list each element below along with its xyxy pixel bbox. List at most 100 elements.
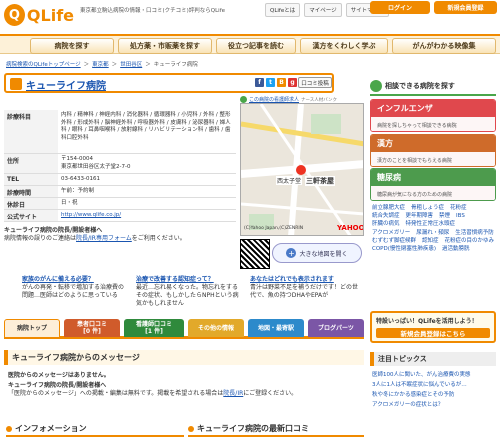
tel-value: 03-6433-0161 xyxy=(61,176,100,182)
disease-link[interactable]: 骨粗しょう症 xyxy=(411,204,444,212)
tab-other-info[interactable]: その他の情報 xyxy=(188,319,244,337)
disease-link[interactable]: IBS xyxy=(456,212,465,220)
nav-hospital-search[interactable]: 病院を探す xyxy=(30,38,114,54)
qlife-logo[interactable]: Q QLife xyxy=(4,2,74,28)
hospital-name[interactable]: キューライフ病院 xyxy=(26,77,106,92)
message-to-director: キューライフ病院の院長/開設者様へ xyxy=(8,382,107,389)
ad-2-title[interactable]: 治療で改善する認知症って？ xyxy=(136,276,242,284)
disease-link[interactable]: アクロメガリー xyxy=(372,229,410,237)
about-link[interactable]: QLifeとは xyxy=(265,3,301,17)
message-desc: 「医院からのメッセージ」への掲載・編集は無料です。掲載を希望される場合は xyxy=(8,390,224,397)
hospital-icon xyxy=(10,78,22,90)
map-place-2: 三軒茶屋 xyxy=(305,176,335,186)
facebook-icon[interactable]: f xyxy=(255,78,264,87)
special-banner[interactable]: 特設いっぱい！QLifeを活用しよう！ 新規会員登録はこちら xyxy=(370,311,496,343)
topic-link[interactable]: アクロメガリーの症状とは？ xyxy=(372,400,498,410)
latest-review-heading: キューライフ病院の最新口コミ xyxy=(188,422,364,437)
nav-cancer-video[interactable]: がんがわかる映像集 xyxy=(392,38,496,54)
breadcrumb-tokyo[interactable]: 東京都 xyxy=(92,60,109,68)
breadcrumb-top[interactable]: 病院検索のQLifeトップページ xyxy=(6,60,81,68)
card-diabetes[interactable]: 糖尿病 糖尿病が気になる方のための病院 xyxy=(370,168,496,201)
card-influenza-sub: 病院を探しちゃって相談できる病院 xyxy=(371,117,495,131)
disease-link[interactable]: 統合失調症 xyxy=(372,212,400,220)
card-influenza-title: インフルエンザ xyxy=(371,100,495,117)
ad-3-title[interactable]: あなたはどれでも表示されます xyxy=(250,276,362,284)
disease-link[interactable]: 禁煙 xyxy=(439,212,450,220)
consult-heading: 相談できる病院を探す xyxy=(370,78,496,96)
disease-link[interactable]: 認知症 xyxy=(422,237,439,245)
mypage-link[interactable]: マイページ xyxy=(304,3,342,17)
ad-3[interactable]: あなたはどれでも表示されます 青汁は野菜不足を補うだけです！どの世代で、魚の持つ… xyxy=(250,276,362,300)
disease-link[interactable]: むずむず脚症候群 xyxy=(372,237,416,245)
official-site-link[interactable]: http://www.qlife.co.jp/ xyxy=(61,212,121,218)
kuchikomi-post-button[interactable]: 口コミ投稿 xyxy=(298,77,332,88)
tab-other-info-label: その他の情報 xyxy=(197,324,234,332)
special-register-button[interactable]: 新規会員登録はこちら xyxy=(376,328,490,338)
message-desc-2: にご登録ください。 xyxy=(243,390,298,397)
consult-heading-text: 相談できる病院を探す xyxy=(385,82,455,90)
ad-1[interactable]: 家族のがんに備える必要？ がんの再発・転移で増加する治療費の問題…医師はどのよう… xyxy=(22,276,128,300)
tab-map-station[interactable]: 地図・最寄駅 xyxy=(248,319,304,337)
nav-articles[interactable]: 役立つ記事を読む xyxy=(216,38,296,54)
disease-links: 前立腺肥大症 骨粗しょう症 花粉症 統合失調症 更年期障害 禁煙 IBS 肝臓の… xyxy=(372,204,498,253)
map-caption-text[interactable]: この病院の看護師求人 xyxy=(249,96,299,103)
tab-blog-parts[interactable]: ブログパーツ xyxy=(308,319,364,337)
open-big-map-button[interactable]: + 大きな地図を開く xyxy=(272,243,362,263)
disease-link[interactable]: 特発性正常圧水頭症 xyxy=(406,220,456,228)
tab-hospital-top[interactable]: 病院トップ xyxy=(4,319,60,337)
message-director-link[interactable]: 院長/IR xyxy=(223,390,243,397)
hours-row: 診療時間 午前：予約制 xyxy=(4,186,236,198)
qr-code xyxy=(240,239,270,269)
google-icon[interactable]: g xyxy=(288,78,297,87)
address-value: 東京都世田谷区太子堂2-7-0 xyxy=(61,163,131,170)
tab-nurse-reviews[interactable]: 看護師口コミ [1 件] xyxy=(124,319,184,337)
topic-link[interactable]: 3人に1人は不眠症状に悩んでいるが… xyxy=(372,380,498,390)
map-copyright: (C)Yahoo Japan,(C)ZENRIN xyxy=(244,226,304,231)
card-kampo[interactable]: 漢方 漢方のことを相談でもらえる病院 xyxy=(370,134,496,167)
topics-heading: 注目トピックス xyxy=(370,352,496,366)
tab-patient-reviews-label: 患者口コミ xyxy=(76,321,107,328)
tab-patient-reviews[interactable]: 患者口コミ [0 件] xyxy=(64,319,120,337)
special-text: 特設いっぱい！QLifeを活用しよう！ xyxy=(376,318,478,325)
map-roads xyxy=(241,104,363,235)
hospital-tabs: 病院トップ 患者口コミ [0 件] 看護師口コミ [1 件] その他の情報 地図・最… xyxy=(4,317,364,339)
director-form-link[interactable]: 院長/IR専用フォーム xyxy=(76,235,132,242)
disease-link[interactable]: 肝臓の病気 xyxy=(372,220,400,228)
card-influenza[interactable]: インフルエンザ 病院を探しちゃって相談できる病院 xyxy=(370,99,496,132)
ad-1-title[interactable]: 家族のがんに備える必要？ xyxy=(22,276,128,284)
info-heading-text: インフォメーション xyxy=(15,424,87,433)
twitter-icon[interactable]: t xyxy=(266,78,275,87)
info-bullet-icon xyxy=(6,425,12,432)
ad-2-body: 最近…忘れ易くなった。物忘れをするその症状、もしかしたらNPHという病気かもしれ… xyxy=(136,284,239,307)
site-row: 公式サイト http://www.qlife.co.jp/ xyxy=(4,210,236,222)
disease-link[interactable]: 花粉症 xyxy=(450,204,467,212)
map[interactable]: 西太子堂 三軒茶屋 (C)Yahoo Japan,(C)ZENRIN YAHOO… xyxy=(240,103,364,236)
message-none: 医院からのメッセージはありません。 xyxy=(8,372,110,379)
plus-icon: + xyxy=(286,248,297,258)
tab-patient-reviews-count: [0 件] xyxy=(83,328,101,335)
login-button[interactable]: ログイン xyxy=(370,1,430,14)
bookmark-icon[interactable]: B xyxy=(277,78,286,87)
tab-blog-parts-label: ブログパーツ xyxy=(318,324,354,332)
disease-link[interactable]: 前立腺肥大症 xyxy=(372,204,405,212)
disease-link[interactable]: COPD(慢性閉塞性肺疾患) xyxy=(372,245,436,253)
disease-link[interactable]: 更年期障害 xyxy=(406,212,434,220)
nurse-bank-badge[interactable]: ナース人材バンク xyxy=(301,97,337,103)
open-big-map-label: 大きな地図を開く xyxy=(299,250,348,258)
nav-medicine-search[interactable]: 処方薬・市販薬を探す xyxy=(118,38,212,54)
topic-link[interactable]: 秋や冬にかかる感染症とその予防 xyxy=(372,390,498,400)
tel-row: TEL 03-6433-0161 xyxy=(4,174,236,186)
disease-link[interactable]: 花粉症の目のかゆみ xyxy=(445,237,495,245)
disease-link[interactable]: 過活動膀胱 xyxy=(442,245,470,253)
nav-kampo[interactable]: 漢方をくわしく学ぶ xyxy=(300,38,388,54)
disease-link[interactable]: 尿漏れ・頻尿 xyxy=(416,229,449,237)
holiday-value: 日・祝 xyxy=(61,200,78,206)
topic-link[interactable]: 医師100人に聞いた、がん治療費の実態 xyxy=(372,370,498,380)
hours-value: 午前：予約制 xyxy=(61,188,95,194)
main-nav: 病院を探す 処方薬・市販薬を探す 役立つ記事を読む 漢方をくわしく学ぶ がんがわ… xyxy=(0,34,500,54)
register-button[interactable]: 新規会員登録 xyxy=(434,1,497,14)
breadcrumb-setagaya[interactable]: 世田谷区 xyxy=(120,60,142,68)
disease-link[interactable]: 生活習慣病予防 xyxy=(455,229,494,237)
info-heading: インフォメーション xyxy=(6,422,184,437)
ad-2[interactable]: 治療で改善する認知症って？ 最近…忘れ易くなった。物忘れをするその症状、もしかし… xyxy=(136,276,242,308)
